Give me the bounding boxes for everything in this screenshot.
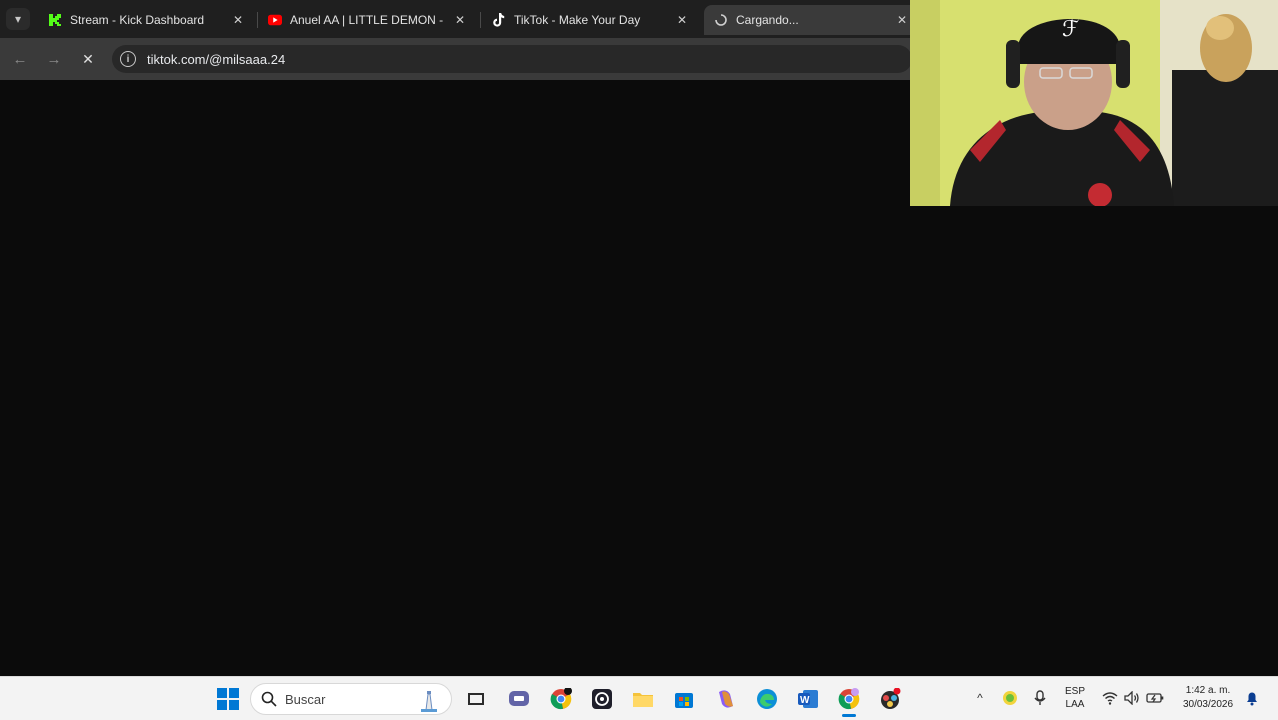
close-tab-icon[interactable]: ✕	[894, 12, 910, 28]
close-tab-icon[interactable]: ✕	[452, 12, 468, 28]
forward-arrow-icon[interactable]: →	[42, 47, 66, 71]
input-language[interactable]: ESP LAA	[1058, 686, 1092, 710]
stop-loading-icon[interactable]: ✕	[76, 47, 100, 71]
tab-youtube-anuel[interactable]: Anuel AA | LITTLE DEMON - You ✕	[258, 5, 478, 35]
tab-title: TikTok - Make Your Day	[514, 13, 641, 27]
chrome-profile-icon[interactable]	[836, 686, 862, 712]
svg-text:W: W	[800, 695, 810, 706]
language-code: ESP	[1064, 686, 1085, 697]
tiktok-logo-icon	[492, 13, 506, 27]
app-tray-icon[interactable]	[1001, 689, 1019, 707]
edge-icon[interactable]	[754, 686, 780, 712]
clock[interactable]: 1:42 a. m. 30/03/2026	[1176, 685, 1240, 710]
volume-icon[interactable]	[1123, 689, 1141, 707]
copilot-icon[interactable]	[713, 686, 739, 712]
search-highlight-lighthouse-icon	[419, 688, 439, 717]
teams-chat-icon[interactable]	[506, 686, 532, 712]
tab-title: Stream - Kick Dashboard	[70, 13, 205, 27]
tab-loading[interactable]: Cargando... ✕	[704, 5, 920, 35]
loading-spinner-icon	[714, 13, 728, 27]
taskbar-search-input[interactable]: Buscar	[250, 683, 452, 715]
close-tab-icon[interactable]: ✕	[674, 12, 690, 28]
search-placeholder: Buscar	[285, 692, 326, 707]
windows-taskbar: Buscar W ^ ESP LAA 1:42 a. m. 30/03/2026	[0, 676, 1278, 720]
wifi-icon[interactable]	[1101, 689, 1119, 707]
kick-logo-icon	[48, 13, 62, 27]
tab-kick-dashboard[interactable]: Stream - Kick Dashboard ✕	[38, 5, 256, 35]
tab-tiktok[interactable]: TikTok - Make Your Day ✕	[482, 5, 700, 35]
clock-date: 30/03/2026	[1182, 699, 1234, 710]
webcam-overlay: ℱ	[910, 0, 1278, 206]
keyboard-layout: LAA	[1065, 699, 1085, 710]
word-icon[interactable]: W	[795, 686, 821, 712]
obs-studio-icon[interactable]	[589, 686, 615, 712]
windows-start-icon[interactable]	[215, 686, 241, 712]
task-view-icon[interactable]	[463, 686, 489, 712]
notification-bell-icon[interactable]	[1243, 689, 1261, 707]
search-icon	[261, 691, 277, 712]
active-app-indicator	[842, 714, 856, 717]
tab-search-dropdown-icon[interactable]: ▾	[6, 8, 30, 30]
microsoft-store-icon[interactable]	[671, 686, 697, 712]
webcam-image: ℱ	[910, 0, 1278, 206]
clock-time: 1:42 a. m.	[1185, 685, 1231, 696]
youtube-logo-icon	[268, 13, 282, 27]
chrome-icon[interactable]	[548, 686, 574, 712]
back-arrow-icon[interactable]: ←	[8, 47, 32, 71]
davinci-resolve-icon[interactable]	[877, 686, 903, 712]
tab-divider	[480, 12, 481, 28]
show-hidden-icons-chevron-icon[interactable]: ^	[971, 689, 989, 707]
close-tab-icon[interactable]: ✕	[230, 12, 246, 28]
battery-icon[interactable]	[1146, 689, 1164, 707]
file-explorer-icon[interactable]	[630, 686, 656, 712]
address-url[interactable]: tiktok.com/@milsaaa.24	[147, 52, 285, 67]
tab-title: Anuel AA | LITTLE DEMON - You	[290, 13, 446, 27]
svg-text:ℱ: ℱ	[1062, 17, 1079, 42]
microphone-icon[interactable]	[1031, 689, 1049, 707]
site-info-icon[interactable]: i	[120, 51, 136, 67]
tab-title: Cargando...	[736, 13, 799, 27]
